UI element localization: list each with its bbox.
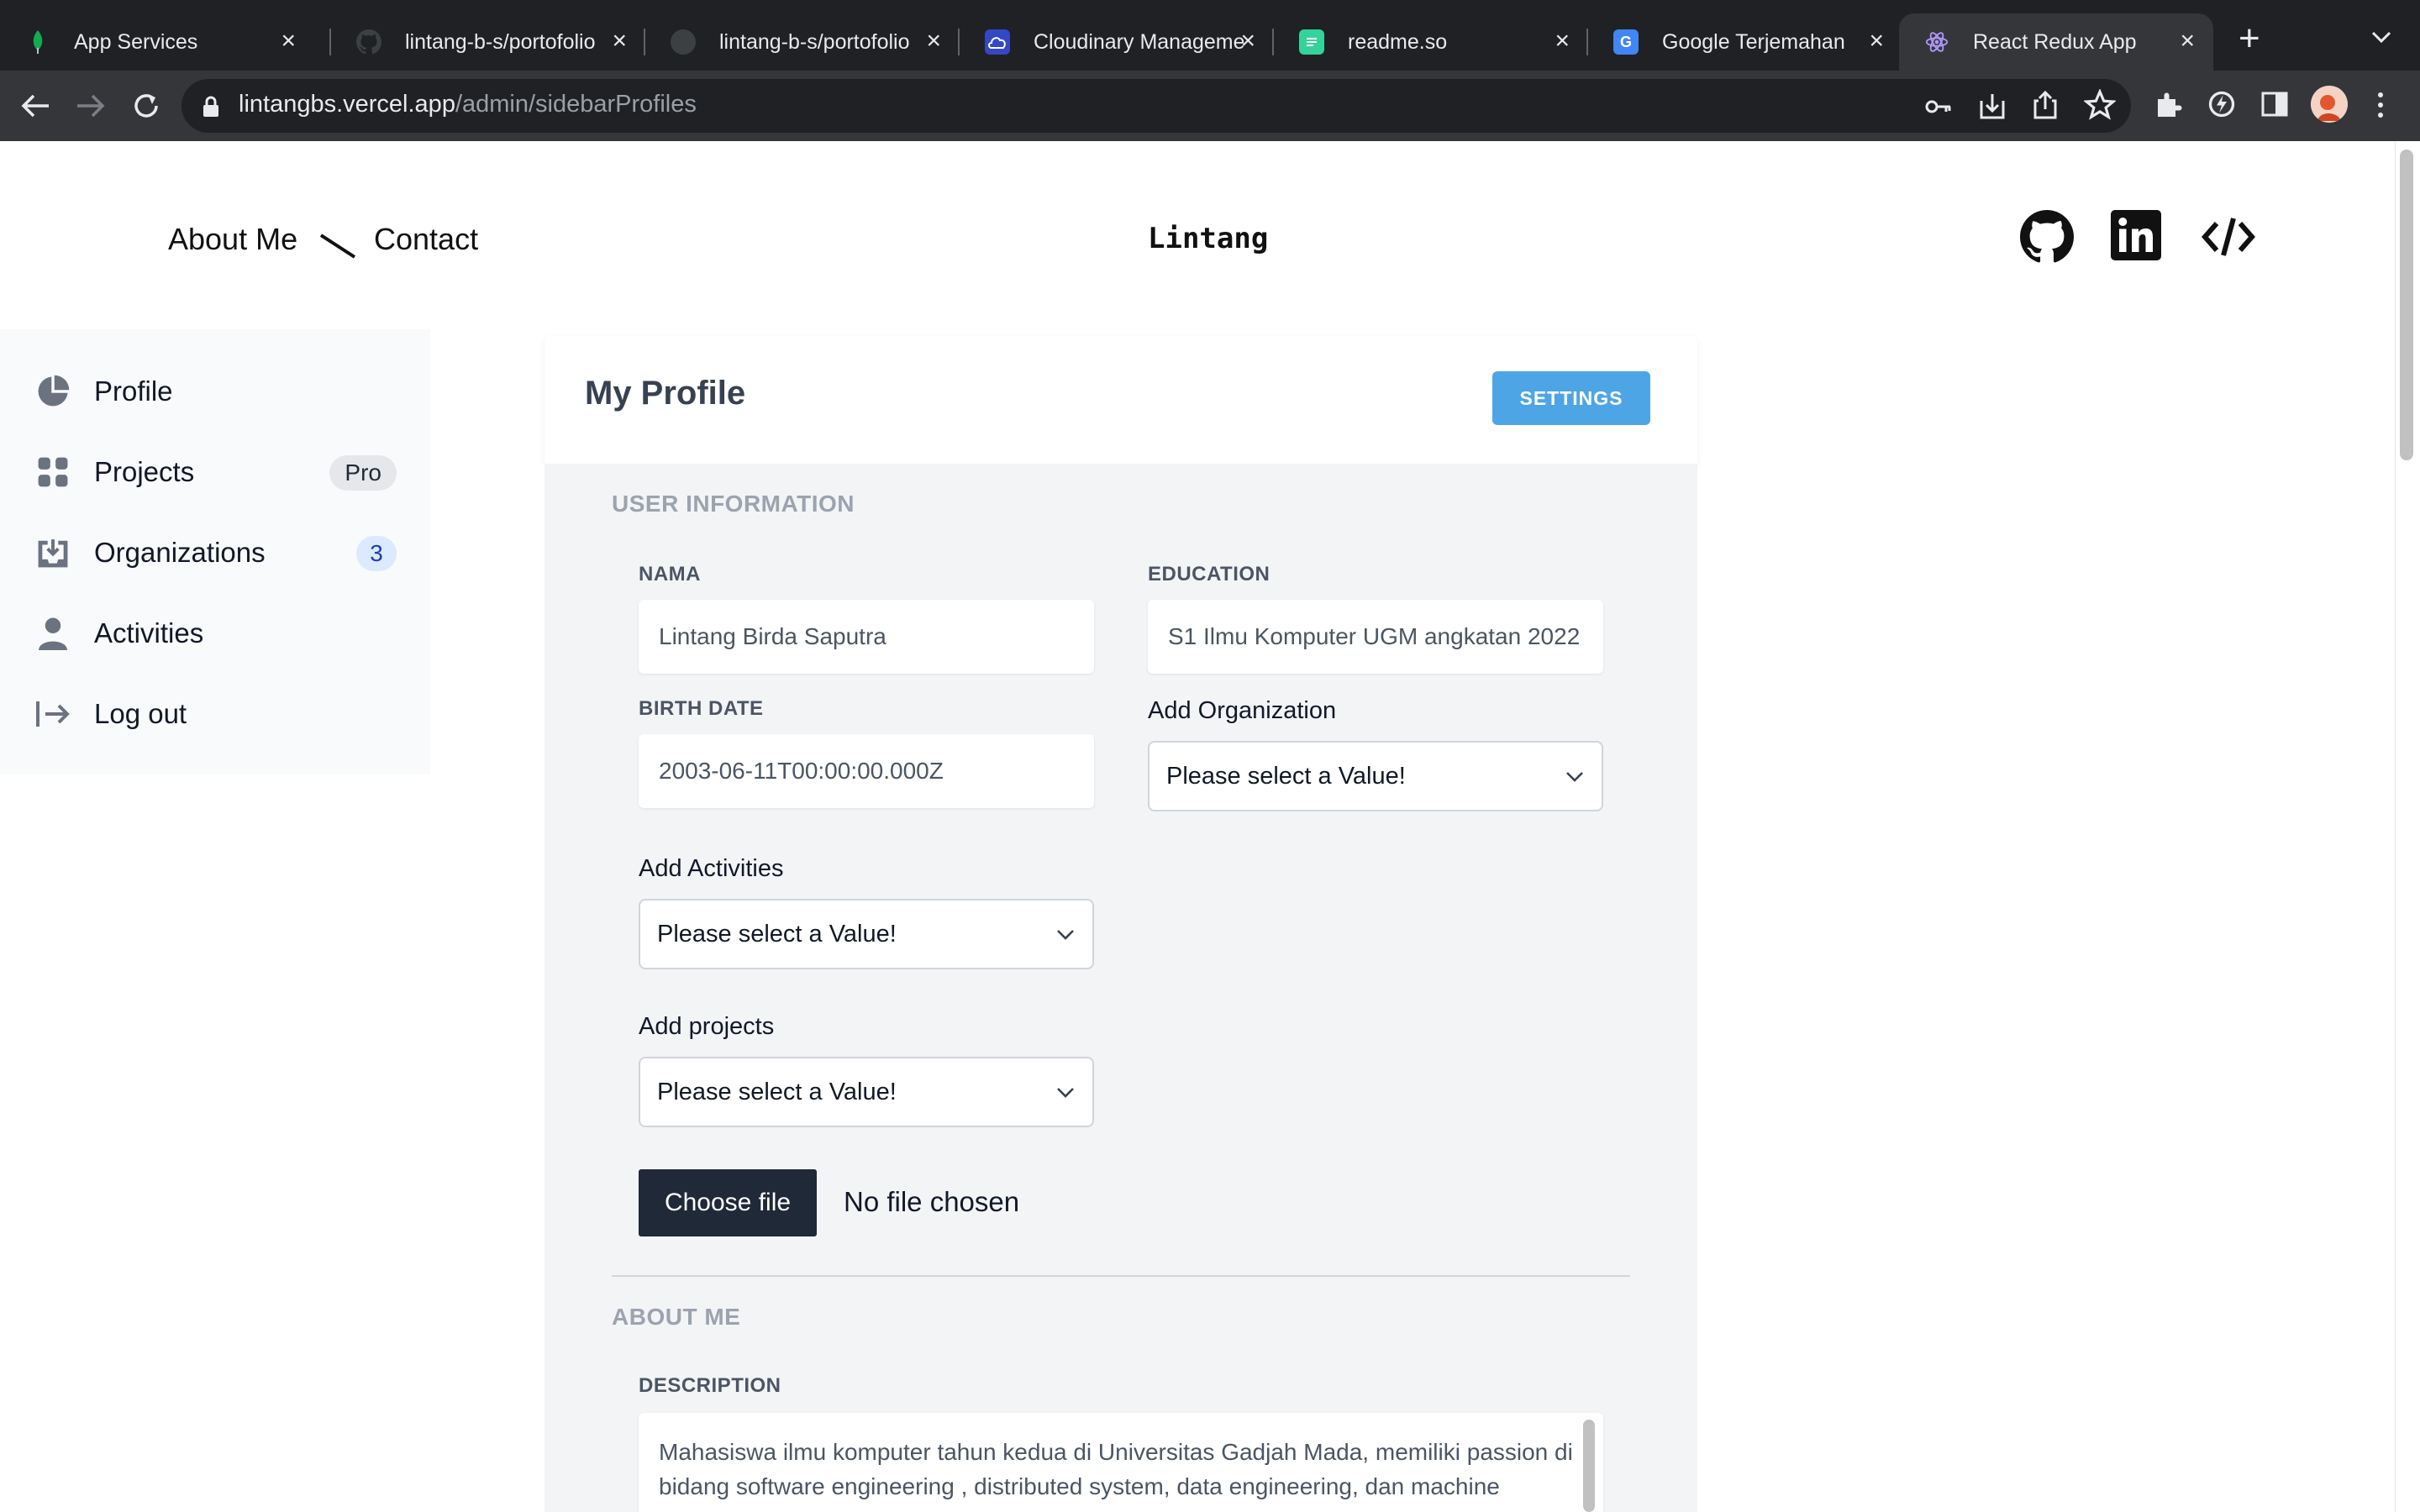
add-activities-select[interactable]: Please select a Value!: [639, 899, 1094, 969]
add-activities-label: Add Activities: [639, 855, 784, 882]
close-icon[interactable]: ×: [1555, 29, 1570, 54]
star-bookmark-icon[interactable]: [2083, 88, 2117, 125]
kebab-menu-icon[interactable]: [2375, 91, 2386, 123]
lock-icon[interactable]: [202, 96, 220, 122]
section-divider: [612, 1275, 1630, 1277]
browser-tab[interactable]: Cloudinary Management ×: [960, 13, 1274, 71]
choose-file-button[interactable]: Choose file: [639, 1169, 817, 1236]
url-path: /admin/sidebarProfiles: [455, 91, 697, 118]
browser-tab[interactable]: lintang-b-s/portofolio ×: [645, 13, 960, 71]
nama-field[interactable]: [639, 600, 1094, 674]
mongodb-leaf-icon: [25, 29, 50, 55]
key-icon[interactable]: [1924, 92, 1953, 125]
add-organization-select[interactable]: Please select a Value!: [1148, 741, 1603, 811]
site-logo[interactable]: Lintang: [1148, 222, 1268, 255]
sidebar-item-activities[interactable]: Activities: [34, 608, 397, 659]
tab-title: lintang-b-s/portofolio: [405, 29, 596, 54]
url-text[interactable]: lintangbs.vercel.app/admin/sidebarProfil…: [239, 91, 697, 118]
linkedin-icon[interactable]: [2111, 210, 2165, 264]
section-heading-about-me: ABOUT ME: [612, 1304, 741, 1330]
close-icon[interactable]: ×: [926, 29, 941, 54]
count-badge: 3: [356, 536, 397, 571]
sidebar-item-label: Log out: [94, 698, 187, 729]
github-icon[interactable]: [2020, 210, 2074, 264]
github-icon: [671, 29, 696, 55]
sidebar-item-label: Profile: [94, 375, 173, 407]
share-icon[interactable]: [2032, 89, 2059, 125]
description-label: DESCRIPTION: [639, 1374, 781, 1397]
section-heading-user-information: USER INFORMATION: [612, 491, 855, 517]
back-arrow-icon[interactable]: [17, 89, 54, 127]
code-icon[interactable]: [2202, 210, 2255, 264]
sidebar-item-label: Activities: [94, 617, 204, 648]
browser-tab[interactable]: readme.so ×: [1274, 13, 1588, 71]
sidebar-item-organizations[interactable]: Organizations 3: [34, 528, 397, 578]
page-title: My Profile: [585, 375, 746, 412]
close-icon[interactable]: ×: [612, 29, 627, 54]
side-panel-icon[interactable]: [2260, 91, 2289, 122]
avatar[interactable]: [2311, 86, 2348, 123]
github-icon: [356, 29, 381, 55]
url-host: lintangbs.vercel.app: [239, 91, 455, 118]
user-icon: [34, 614, 72, 653]
select-value: Please select a Value!: [1166, 762, 1406, 790]
sidebar-item-label: Projects: [94, 456, 195, 487]
tab-title: App Services: [74, 29, 198, 54]
sidebar-item-profile[interactable]: Profile: [34, 366, 397, 417]
browser-tab[interactable]: G Google Terjemahan ×: [1588, 13, 1902, 71]
add-organization-label: Add Organization: [1148, 697, 1337, 724]
close-icon[interactable]: ×: [281, 29, 296, 54]
tab-title: React Redux App: [1973, 29, 2137, 54]
pro-badge: Pro: [329, 455, 397, 491]
reload-icon[interactable]: [128, 87, 165, 129]
birth-date-label: BIRTH DATE: [639, 697, 764, 720]
birth-date-field[interactable]: [639, 734, 1094, 808]
extension-bolt-icon[interactable]: [2207, 89, 2237, 123]
sidebar-item-log-out[interactable]: Log out: [34, 689, 397, 739]
chevron-down-icon: [1565, 763, 1585, 790]
new-tab-plus-icon[interactable]: +: [2238, 20, 2260, 57]
install-app-icon[interactable]: [1978, 91, 2007, 125]
grid-icon: [34, 453, 72, 491]
chevron-down-icon: [1055, 1079, 1076, 1106]
sidebar-item-projects[interactable]: Projects Pro: [34, 447, 397, 497]
close-icon[interactable]: ×: [2180, 29, 2195, 54]
nama-label: NAMA: [639, 563, 701, 585]
education-label: EDUCATION: [1148, 563, 1270, 585]
description-textarea[interactable]: Mahasiswa ilmu komputer tahun kedua di U…: [639, 1413, 1603, 1512]
chevron-down-icon[interactable]: [2370, 29, 2393, 50]
tab-title: Google Terjemahan: [1662, 29, 1845, 54]
add-projects-label: Add projects: [639, 1013, 775, 1040]
cloudinary-icon: [985, 29, 1010, 55]
sidebar-item-label: Organizations: [94, 537, 266, 568]
logout-arrow-icon: [34, 695, 72, 733]
add-projects-select[interactable]: Please select a Value!: [639, 1057, 1094, 1127]
tab-title: readme.so: [1348, 29, 1448, 54]
react-icon: [1924, 29, 1949, 55]
readme-icon: [1299, 29, 1324, 55]
page-scrollbar-thumb[interactable]: [2400, 150, 2413, 460]
tab-title: lintang-b-s/portofolio: [719, 29, 910, 54]
settings-button[interactable]: SETTINGS: [1492, 371, 1650, 425]
browser-tab-active[interactable]: React Redux App ×: [1899, 13, 2213, 71]
google-translate-icon: G: [1613, 29, 1639, 55]
forward-arrow-icon[interactable]: [72, 89, 109, 127]
close-icon[interactable]: ×: [1240, 29, 1255, 54]
education-field[interactable]: [1148, 600, 1603, 674]
inbox-download-icon: [34, 533, 72, 572]
close-icon[interactable]: ×: [1869, 29, 1884, 54]
select-value: Please select a Value!: [657, 920, 897, 948]
nav-link-contact[interactable]: Contact: [374, 222, 478, 257]
file-status-text: No file chosen: [844, 1186, 1020, 1217]
slash-divider-icon: [319, 232, 356, 265]
tab-title: Cloudinary Management: [1034, 29, 1244, 54]
browser-tab[interactable]: App Services ×: [0, 13, 314, 71]
textarea-scrollbar[interactable]: [1583, 1420, 1595, 1512]
select-value: Please select a Value!: [657, 1078, 897, 1105]
browser-tab[interactable]: lintang-b-s/portofolio ×: [331, 13, 645, 71]
extensions-puzzle-icon[interactable]: [2153, 89, 2183, 123]
pie-chart-icon: [34, 372, 72, 411]
nav-link-about-me[interactable]: About Me: [168, 222, 297, 257]
chevron-down-icon: [1055, 921, 1076, 948]
